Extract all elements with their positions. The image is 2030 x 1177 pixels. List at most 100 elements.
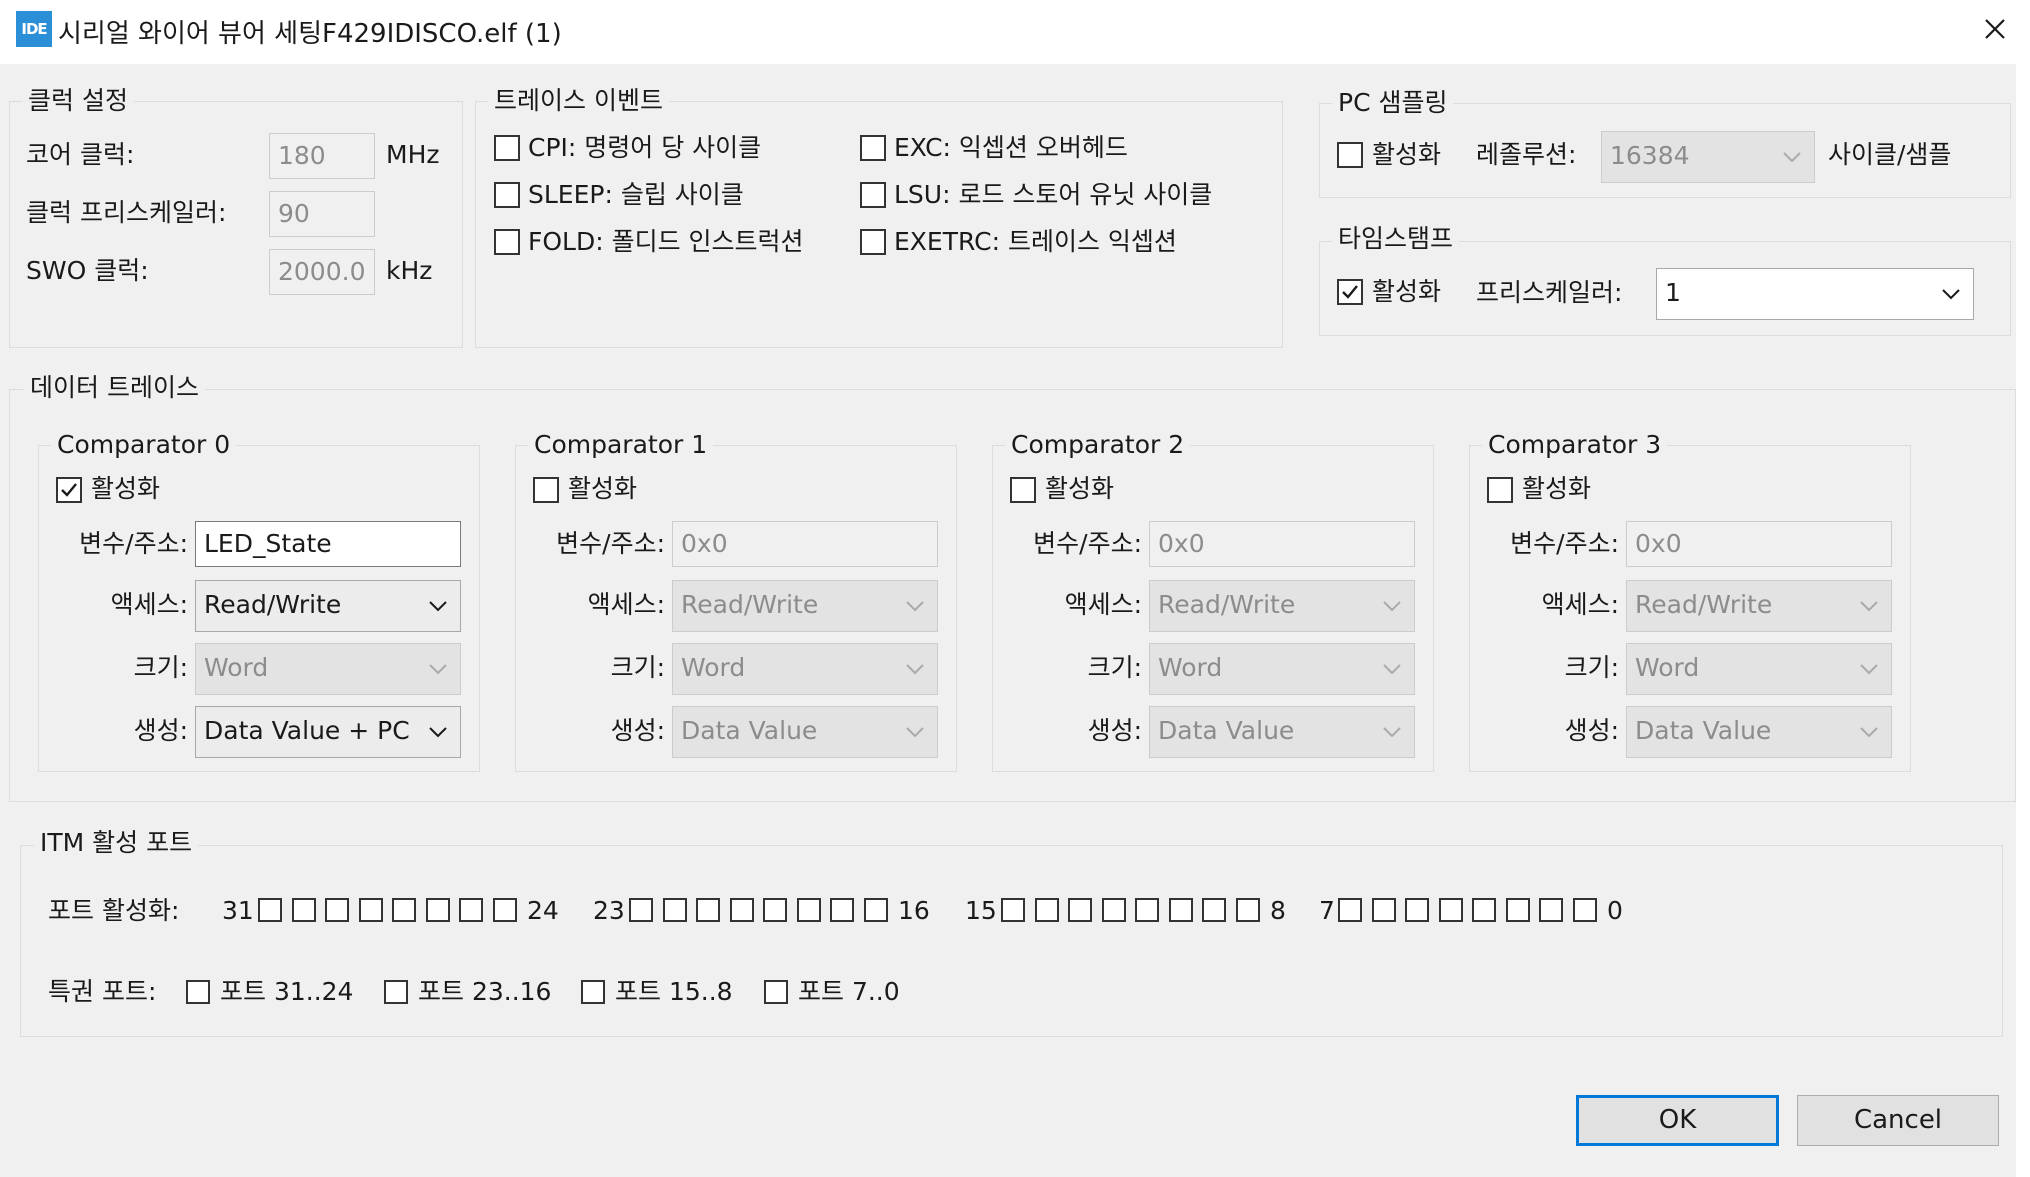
itm-port-checkbox[interactable] [629, 898, 653, 922]
itm-port-checkbox[interactable] [1068, 898, 1092, 922]
lsu-checkbox[interactable] [860, 182, 886, 208]
comparator-3-enable-checkbox[interactable] [1487, 477, 1513, 503]
comparator-3-access-value: Read/Write [1635, 590, 1773, 619]
comparator-1-var-input[interactable]: 0x0 [672, 521, 938, 567]
ide-app-icon: IDE [16, 11, 52, 47]
window-edge [2016, 64, 2030, 1177]
itm-port-checkbox[interactable] [425, 898, 450, 922]
comparator-2-access-value: Read/Write [1158, 590, 1296, 619]
comparator-0-gen-label: 생성: [133, 716, 188, 745]
comparator-1-enable-checkbox[interactable] [533, 477, 559, 503]
cpi-checkbox[interactable] [494, 135, 520, 161]
itm-port-checkbox[interactable] [830, 898, 854, 922]
itm-port-checkbox[interactable] [1202, 898, 1226, 922]
comparator-2-access-label: 액세스: [1064, 590, 1142, 619]
comparator-1-size-dropdown[interactable]: Word [672, 643, 938, 695]
itm-port-checkbox[interactable] [863, 898, 888, 922]
comparator-0-var-input[interactable]: LED_State [195, 521, 461, 567]
pc-sampling-enable-checkbox[interactable] [1337, 142, 1363, 168]
comparator-3-gen-dropdown[interactable]: Data Value [1626, 706, 1892, 758]
comparator-2-var-label: 변수/주소: [1033, 529, 1142, 558]
itm-port-checkbox[interactable] [1371, 898, 1396, 922]
core-clock-input[interactable]: 180 [269, 133, 375, 179]
comparator-3-size-dropdown[interactable]: Word [1626, 643, 1892, 695]
fold-checkbox[interactable] [494, 229, 520, 255]
comparator-1-gen-value: Data Value [681, 716, 818, 745]
exetrc-checkbox[interactable] [860, 229, 886, 255]
app-icon-text: IDE [21, 20, 47, 38]
comparator-3-var-input[interactable]: 0x0 [1626, 521, 1892, 567]
itm-port-checkbox[interactable] [1438, 898, 1463, 922]
itm-port-checkbox[interactable] [1034, 898, 1059, 922]
port-group-1-start-label: 23 [593, 896, 625, 925]
comparator-1-size-label: 크기: [610, 653, 665, 682]
comparator-3-gen-label: 생성: [1564, 716, 1619, 745]
itm-port-checkbox[interactable] [291, 898, 316, 922]
itm-port-checkbox[interactable] [258, 898, 282, 922]
itm-port-checkbox[interactable] [1168, 898, 1193, 922]
comparator-2-gen-dropdown[interactable]: Data Value [1149, 706, 1415, 758]
itm-port-checkbox[interactable] [1472, 898, 1496, 922]
core-clock-label: 코어 클럭: [26, 140, 135, 169]
exc-checkbox[interactable] [860, 135, 886, 161]
timestamp-prescaler-dropdown[interactable]: 1 [1656, 268, 1974, 320]
comparator-1-gen-dropdown[interactable]: Data Value [672, 706, 938, 758]
comparator-3-access-dropdown[interactable]: Read/Write [1626, 580, 1892, 632]
comparator-0-access-label: 액세스: [110, 590, 188, 619]
itm-port-checkbox[interactable] [696, 898, 720, 922]
itm-port-checkbox[interactable] [358, 898, 383, 922]
itm-port-checkbox[interactable] [325, 898, 349, 922]
privilege-port-1-checkbox[interactable] [384, 980, 408, 1004]
privilege-port-3-checkbox[interactable] [764, 980, 788, 1004]
chevron-down-icon [1860, 601, 1878, 612]
itm-port-checkbox[interactable] [1101, 898, 1126, 922]
itm-port-checkbox[interactable] [1338, 898, 1362, 922]
privilege-port-0-checkbox[interactable] [186, 980, 210, 1004]
comparator-0-access-dropdown[interactable]: Read/Write [195, 580, 461, 632]
comparator-2-enable-checkbox[interactable] [1010, 477, 1036, 503]
itm-port-checkbox[interactable] [459, 898, 483, 922]
itm-ports-legend: ITM 활성 포트 [34, 828, 199, 858]
clock-prescaler-input[interactable]: 90 [269, 191, 375, 237]
comparator-0-gen-dropdown[interactable]: Data Value + PC [195, 706, 461, 758]
comparator-1-access-label: 액세스: [587, 590, 665, 619]
chevron-down-icon [429, 664, 447, 675]
comparator-0-size-dropdown[interactable]: Word [195, 643, 461, 695]
privilege-port-2-checkbox[interactable] [581, 980, 605, 1004]
comparator-3-access-label: 액세스: [1541, 590, 1619, 619]
comparator-1-gen-label: 생성: [610, 716, 665, 745]
itm-port-checkbox[interactable] [763, 898, 787, 922]
cpi-label: CPI: 명령어 당 사이클 [528, 133, 762, 162]
comparator-1-access-dropdown[interactable]: Read/Write [672, 580, 938, 632]
itm-port-checkbox[interactable] [796, 898, 821, 922]
resolution-dropdown[interactable]: 16384 [1601, 131, 1815, 183]
ok-button[interactable]: OK [1576, 1095, 1779, 1146]
itm-port-checkbox[interactable] [1235, 898, 1260, 922]
window-title: 시리얼 와이어 뷰어 세팅F429IDISCO.elf (1) [58, 19, 562, 49]
sleep-checkbox[interactable] [494, 182, 520, 208]
itm-port-checkbox[interactable] [492, 898, 517, 922]
comparator-2-access-dropdown[interactable]: Read/Write [1149, 580, 1415, 632]
port-group-3-end-label: 0 [1607, 896, 1623, 925]
itm-port-checkbox[interactable] [1572, 898, 1597, 922]
chevron-down-icon [1383, 601, 1401, 612]
itm-port-checkbox[interactable] [1539, 898, 1563, 922]
itm-port-checkbox[interactable] [392, 898, 416, 922]
comparator-2-size-value: Word [1158, 653, 1223, 682]
port-group-0-end-label: 24 [527, 896, 559, 925]
timestamp-enable-checkbox[interactable] [1337, 279, 1363, 305]
itm-port-checkbox[interactable] [1405, 898, 1429, 922]
comparator-2-var-input[interactable]: 0x0 [1149, 521, 1415, 567]
privilege-ports-label: 특권 포트: [48, 977, 157, 1006]
close-button[interactable] [1970, 6, 2020, 52]
itm-port-checkbox[interactable] [662, 898, 687, 922]
cancel-button[interactable]: Cancel [1797, 1095, 1999, 1146]
itm-port-checkbox[interactable] [1135, 898, 1159, 922]
swo-clock-input[interactable]: 2000.0 [269, 249, 375, 295]
comparator-0-enable-checkbox[interactable] [56, 477, 82, 503]
comparator-2-size-dropdown[interactable]: Word [1149, 643, 1415, 695]
itm-port-checkbox[interactable] [729, 898, 754, 922]
privilege-port-3-label: 포트 7..0 [798, 977, 900, 1006]
itm-port-checkbox[interactable] [1001, 898, 1025, 922]
itm-port-checkbox[interactable] [1505, 898, 1530, 922]
